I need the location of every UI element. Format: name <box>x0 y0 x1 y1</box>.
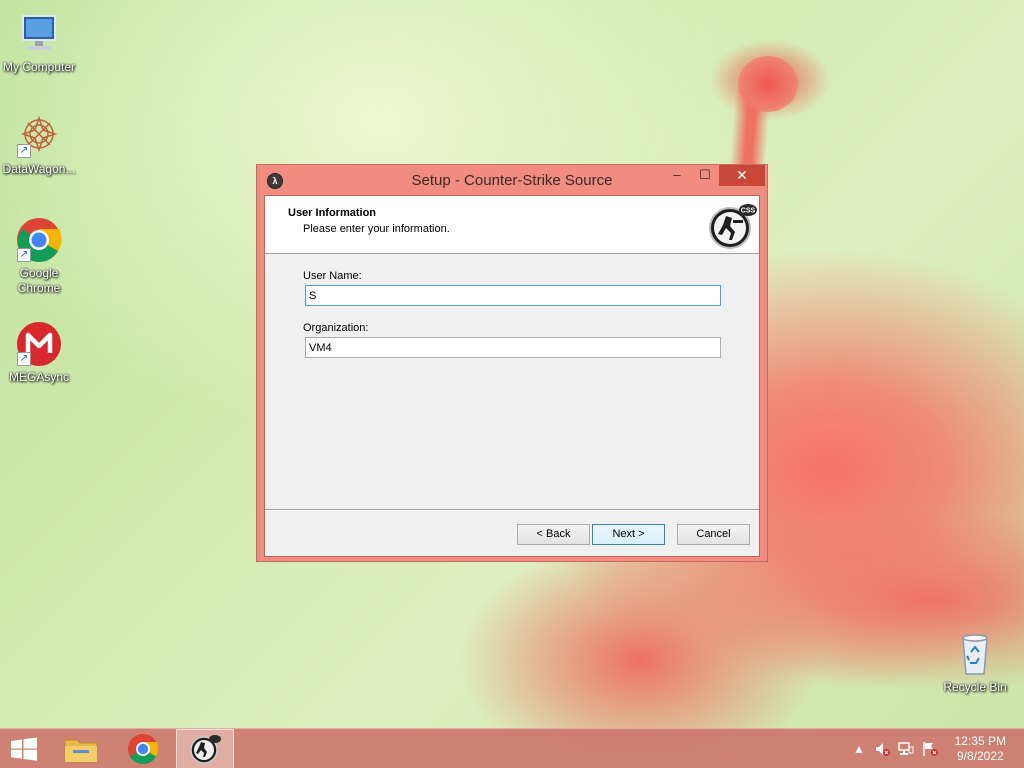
dialog-client-area: User Information Please enter your infor… <box>264 195 760 557</box>
organization-input[interactable] <box>305 337 721 358</box>
taskbar-clock[interactable]: 12:35 PM 9/8/2022 <box>955 734 1006 764</box>
clock-time: 12:35 PM <box>954 734 1006 748</box>
user-name-label: User Name: <box>303 270 362 282</box>
dialog-titlebar[interactable]: λ Setup - Counter-Strike Source – ☐ ✕ <box>257 165 767 195</box>
user-name-input[interactable] <box>305 285 721 306</box>
taskbar-file-explorer[interactable] <box>53 729 109 768</box>
header-title: User Information <box>288 207 377 219</box>
computer-icon <box>15 10 63 58</box>
desktop-icon-label: Recycle Bin <box>943 680 1007 694</box>
clock-date: 9/8/2022 <box>956 749 1004 763</box>
desktop-icon-google-chrome[interactable]: ↗ Google Chrome <box>0 216 78 296</box>
logo-text: CSS <box>741 208 756 215</box>
footer-separator <box>265 509 759 511</box>
action-center-flag-icon[interactable] <box>922 741 938 757</box>
speaker-muted-icon[interactable] <box>874 741 890 757</box>
start-button[interactable] <box>0 729 48 768</box>
recycle-bin-icon <box>951 630 999 678</box>
taskbar-counter-strike-setup[interactable] <box>176 729 234 768</box>
counter-strike-logo-icon: CSS <box>709 204 757 249</box>
cancel-button[interactable]: Cancel <box>677 524 750 545</box>
shortcut-arrow-icon: ↗ <box>17 352 31 366</box>
setup-dialog: λ Setup - Counter-Strike Source – ☐ ✕ Us… <box>256 164 768 562</box>
header-subtitle: Please enter your information. <box>303 223 450 235</box>
minimize-button[interactable]: – <box>663 165 691 186</box>
taskbar-google-chrome[interactable] <box>115 729 171 768</box>
desktop-icon-datawagon[interactable]: ↗ DataWagon... <box>0 112 78 177</box>
taskbar: ▲ 12:35 PM 9/8/2022 <box>0 728 1024 768</box>
close-button[interactable]: ✕ <box>719 165 765 186</box>
maximize-button[interactable]: ☐ <box>691 165 719 186</box>
desktop-icon-label: My Computer <box>2 60 76 74</box>
desktop-icon-label: DataWagon... <box>2 162 76 176</box>
wizard-header: User Information Please enter your infor… <box>265 196 759 254</box>
network-icon[interactable] <box>898 741 914 757</box>
back-button[interactable]: < Back <box>517 524 590 545</box>
datawagon-icon: ↗ <box>15 112 63 160</box>
folder-icon <box>64 739 98 763</box>
desktop-icon-label: MEGAsync <box>8 370 69 384</box>
desktop-icon-recycle-bin[interactable]: Recycle Bin <box>936 630 1014 695</box>
counter-strike-icon <box>190 735 221 764</box>
organization-label: Organization: <box>303 322 369 334</box>
chrome-icon: ↗ <box>15 216 63 264</box>
show-hidden-icons-button[interactable]: ▲ <box>851 741 867 757</box>
windows-logo-icon <box>11 737 37 761</box>
desktop-icon-label: Google Chrome <box>17 266 61 295</box>
desktop-icon-megasync[interactable]: ↗ MEGAsync <box>0 320 78 385</box>
chrome-icon <box>128 734 159 765</box>
next-button[interactable]: Next > <box>592 524 665 545</box>
mega-icon: ↗ <box>15 320 63 368</box>
shortcut-arrow-icon: ↗ <box>17 144 31 158</box>
wallpaper-flower-bud <box>738 56 798 112</box>
shortcut-arrow-icon: ↗ <box>17 248 31 262</box>
desktop-icon-my-computer[interactable]: My Computer <box>0 10 78 75</box>
